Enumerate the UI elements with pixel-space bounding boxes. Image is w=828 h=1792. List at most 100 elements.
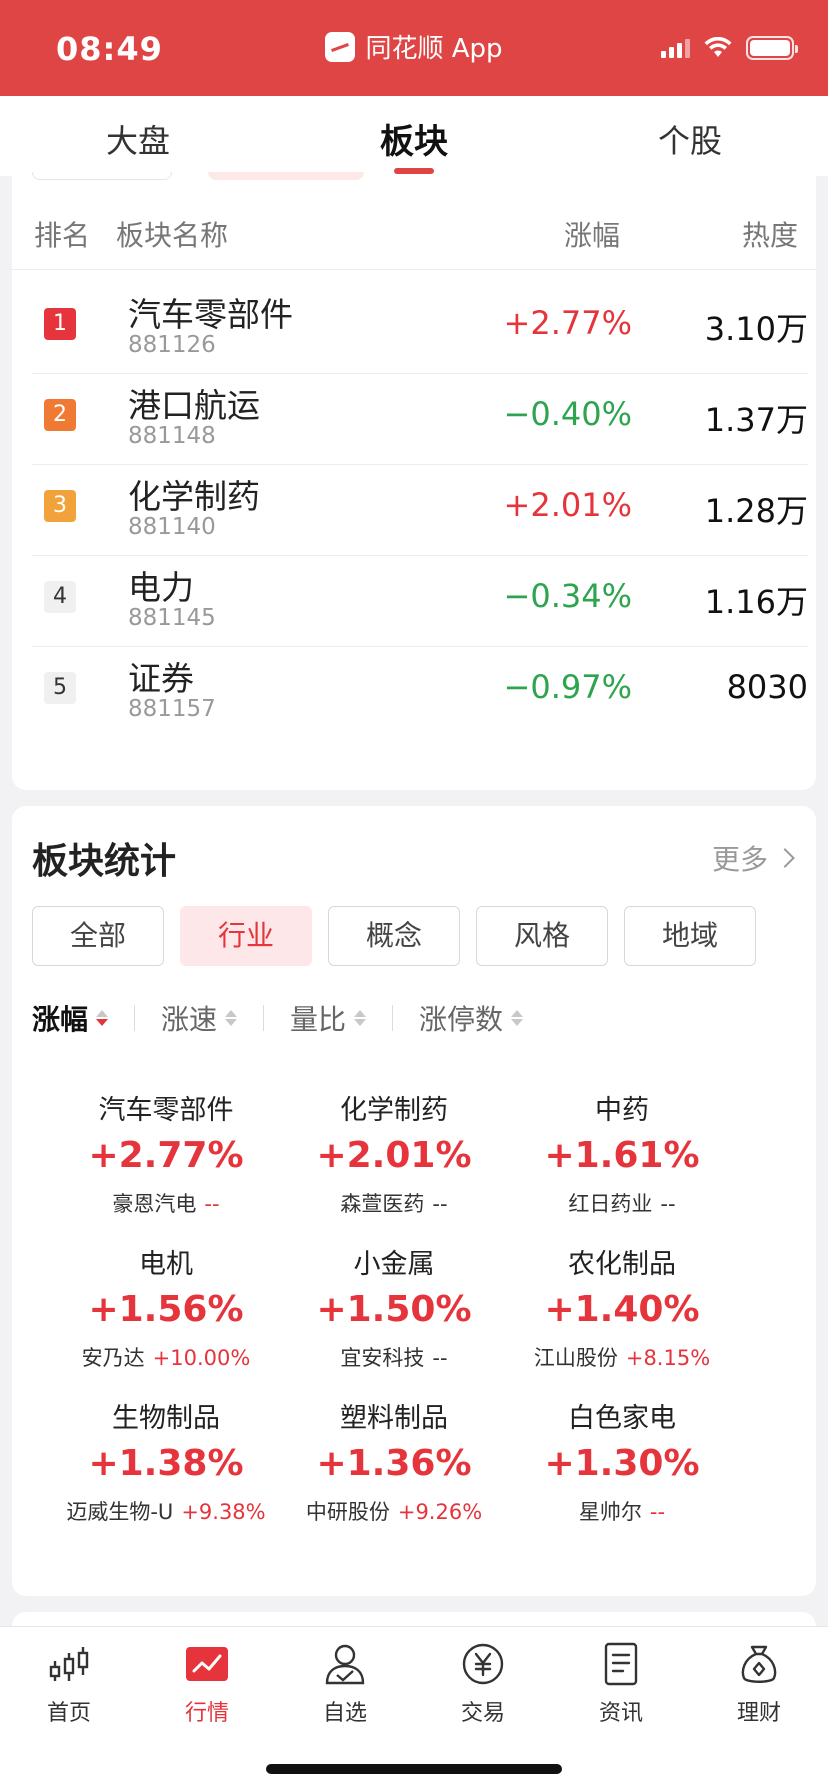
sector-stat-cell[interactable]: 小金属 +1.50% 宜安科技 --	[264, 1242, 524, 1372]
tab-sectors[interactable]: 板块	[334, 114, 494, 163]
cell-sector-change: +1.56%	[88, 1289, 244, 1330]
sector-stat-cell[interactable]: 电机 +1.56% 安乃达 +10.00%	[36, 1242, 296, 1372]
filter-button[interactable]: 行业	[180, 906, 312, 966]
sector-name: 电力	[128, 568, 194, 607]
sector-stat-cell[interactable]: 塑料制品 +1.36% 中研股份 +9.26%	[264, 1396, 524, 1526]
cell-sector-change: +2.77%	[88, 1135, 244, 1176]
leader-stock-change: +9.26%	[397, 1500, 483, 1524]
nav-label: 行情	[184, 1701, 229, 1726]
leader-stock-name: 星帅尔	[578, 1500, 642, 1524]
cell-leader: 宜安科技 --	[264, 1342, 524, 1372]
sector-stat-cell[interactable]: 生物制品 +1.38% 迈威生物-U +9.38%	[36, 1396, 296, 1526]
sort-divider	[134, 1005, 136, 1031]
sort-options: 涨幅 涨速 量比 涨停数	[32, 998, 524, 1038]
leader-stock-change: --	[432, 1192, 448, 1216]
cell-sector-name: 农化制品	[568, 1249, 676, 1280]
nav-item[interactable]: 自选	[290, 1641, 400, 1727]
nav-item[interactable]: 理财	[704, 1641, 814, 1727]
yuan-coin-icon	[460, 1641, 506, 1687]
sector-code: 881157	[128, 696, 216, 722]
ranking-row[interactable]: 2 港口航运 881148 −0.40% 1.37万	[32, 361, 808, 465]
money-bag-icon	[736, 1641, 782, 1687]
sector-stat-cell[interactable]: 中药 +1.61% 红日药业 --	[492, 1088, 752, 1218]
leader-stock-name: 中研股份	[305, 1500, 390, 1524]
header-heat[interactable]: 热度	[742, 214, 798, 254]
cell-sector-change: +2.01%	[316, 1135, 472, 1176]
sector-name: 证券	[128, 659, 194, 698]
sector-heat: 3.10万	[704, 310, 808, 348]
system-indicators	[661, 36, 798, 60]
ranking-row[interactable]: 3 化学制药 881140 +2.01% 1.28万	[32, 452, 808, 556]
cell-sector-name: 电机	[139, 1249, 193, 1280]
signal-icon	[661, 38, 690, 58]
cell-sector-change: +1.30%	[544, 1443, 700, 1484]
header-change[interactable]: 涨幅	[564, 214, 620, 254]
cell-leader: 星帅尔 --	[492, 1496, 752, 1526]
cell-sector-name: 中药	[595, 1095, 649, 1126]
leader-stock-change: +8.15%	[625, 1346, 711, 1370]
leader-stock-change: --	[432, 1346, 448, 1370]
sector-stat-cell[interactable]: 化学制药 +2.01% 森萱医药 --	[264, 1088, 524, 1218]
stats-title: 板块统计	[32, 841, 177, 882]
sort-option[interactable]: 涨停数	[419, 998, 524, 1038]
leader-stock-change: +9.38%	[181, 1500, 266, 1524]
sort-option[interactable]: 涨速	[161, 998, 238, 1038]
filter-button[interactable]: 风格	[476, 906, 608, 966]
sector-change: +2.77%	[503, 304, 632, 342]
leader-stock-change: --	[649, 1500, 666, 1524]
nav-label: 交易	[460, 1701, 505, 1726]
sector-stat-cell[interactable]: 汽车零部件 +2.77% 豪恩汽电 --	[36, 1088, 296, 1218]
candlestick-icon	[46, 1641, 92, 1687]
nav-item[interactable]: 首页	[14, 1641, 124, 1727]
cell-sector-name: 塑料制品	[340, 1403, 448, 1434]
app-logo-icon	[325, 31, 356, 62]
sector-code: 881148	[128, 423, 216, 449]
leader-stock-change: --	[204, 1192, 220, 1216]
more-link[interactable]: 更多	[711, 838, 795, 878]
sector-heat: 1.37万	[704, 401, 808, 439]
battery-icon	[746, 36, 798, 60]
rank-badge: 5	[44, 672, 76, 704]
sort-option[interactable]: 涨幅	[32, 998, 109, 1038]
tab-stocks[interactable]: 个股	[610, 116, 770, 162]
user-check-icon	[322, 1641, 368, 1687]
rank-badge: 4	[44, 581, 76, 613]
cell-sector-change: +1.61%	[544, 1135, 700, 1176]
sector-code: 881145	[128, 605, 216, 631]
market-chart-icon	[184, 1641, 230, 1687]
sector-stat-cell[interactable]: 农化制品 +1.40% 江山股份 +8.15%	[492, 1242, 752, 1372]
tab-market-overview[interactable]: 大盘	[58, 116, 218, 162]
header-name: 板块名称	[116, 219, 229, 252]
sort-label: 涨幅	[32, 1003, 89, 1036]
header-rank: 排名	[34, 219, 91, 252]
cell-sector-name: 汽车零部件	[98, 1095, 234, 1126]
sort-option[interactable]: 量比	[290, 998, 367, 1038]
filter-button[interactable]: 概念	[328, 906, 460, 966]
sector-heat: 1.28万	[704, 492, 808, 530]
leader-stock-name: 森萱医药	[340, 1192, 425, 1216]
top-tabs: 大盘 板块 个股	[0, 96, 828, 176]
ranking-row[interactable]: 5 证券 881157 −0.97% 8030	[32, 634, 808, 738]
ranking-row[interactable]: 1 汽车零部件 881126 +2.77% 3.10万	[32, 270, 808, 374]
nav-item[interactable]: 交易	[428, 1641, 538, 1727]
nav-item[interactable]: 行情	[152, 1641, 262, 1727]
leader-stock-name: 红日药业	[568, 1192, 653, 1216]
sort-label: 量比	[290, 1003, 347, 1036]
sort-divider	[392, 1005, 394, 1031]
cell-sector-change: +1.40%	[544, 1289, 700, 1330]
ranking-row[interactable]: 4 电力 881145 −0.34% 1.16万	[32, 543, 808, 647]
rank-badge: 2	[44, 399, 76, 431]
more-label: 更多	[711, 843, 768, 876]
cell-leader: 江山股份 +8.15%	[492, 1342, 752, 1372]
sector-stats-card: 板块统计 更多 全部 行业 概念 风格 地域 涨幅 涨速 量比 涨停数 汽车零部件 +2.77%…	[12, 806, 816, 1596]
sort-label: 涨停数	[419, 1003, 504, 1036]
filter-button[interactable]: 地域	[624, 906, 756, 966]
nav-label: 理财	[736, 1701, 781, 1726]
sector-change: −0.97%	[503, 668, 632, 706]
leader-stock-change: --	[660, 1192, 676, 1216]
document-icon	[598, 1641, 644, 1687]
nav-item[interactable]: 资讯	[566, 1641, 676, 1727]
nav-label: 资讯	[598, 1701, 643, 1726]
sector-stat-cell[interactable]: 白色家电 +1.30% 星帅尔 --	[492, 1396, 752, 1526]
filter-button[interactable]: 全部	[32, 906, 164, 966]
